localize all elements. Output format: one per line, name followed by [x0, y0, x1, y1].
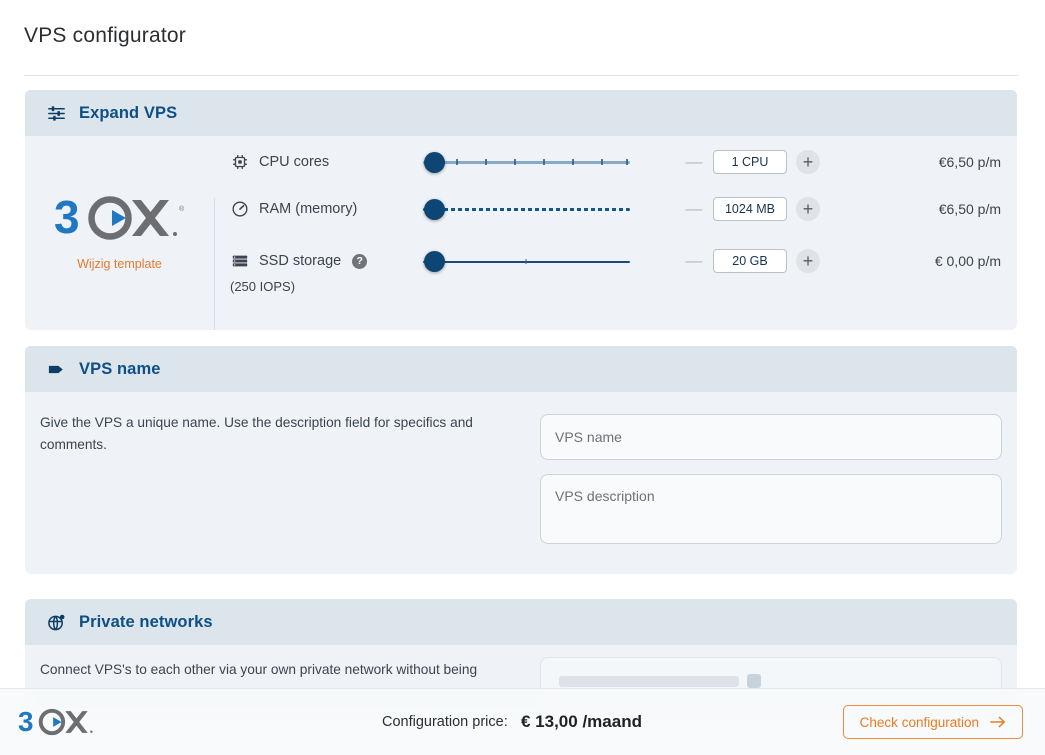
- stepper-ssd: — 20 GB +: [684, 235, 820, 287]
- svg-text:3: 3: [54, 195, 80, 241]
- configuration-price-label: Configuration price:: [382, 714, 508, 730]
- 3cx-logo: 3 ®: [54, 195, 185, 241]
- ssd-value-input[interactable]: 20 GB: [713, 249, 787, 273]
- expand-rows: CPU cores — 1 CPU + €6,50 p/m RAM (memor…: [214, 136, 1017, 330]
- increase-cpu-button[interactable]: +: [796, 150, 820, 174]
- price-cpu: €6,50 p/m: [938, 154, 1001, 170]
- check-configuration-label: Check configuration: [859, 714, 979, 730]
- slider-thumb-ram[interactable]: [424, 199, 445, 220]
- row-label-ram: RAM (memory): [230, 183, 430, 235]
- vps-name-title: VPS name: [79, 359, 161, 378]
- title-divider: [24, 75, 1018, 76]
- row-label-text-cpu: CPU cores: [259, 154, 330, 170]
- storage-icon: [230, 251, 250, 271]
- expand-vps-card: Expand VPS 3 ® Wijzig template CPU cores…: [25, 90, 1017, 330]
- vps-name-card: VPS name Give the VPS a unique name. Use…: [25, 346, 1017, 574]
- private-networks-header: Private networks: [25, 599, 1017, 645]
- 3cx-logo-footer: 3: [18, 708, 93, 736]
- row-label-text-ram: RAM (memory): [259, 201, 358, 217]
- stepper-ram: — 1024 MB +: [684, 183, 820, 235]
- increase-ssd-button[interactable]: +: [796, 249, 820, 273]
- decrease-cpu-button[interactable]: —: [684, 152, 704, 172]
- check-configuration-button[interactable]: Check configuration: [842, 705, 1023, 739]
- vps-name-header: VPS name: [25, 346, 1017, 392]
- ssd-iops-note: (250 IOPS): [230, 279, 296, 294]
- vps-name-help-text: Give the VPS a unique name. Use the desc…: [40, 415, 473, 452]
- vps-name-body: Give the VPS a unique name. Use the desc…: [25, 392, 1017, 574]
- slider-track-cpu: [423, 161, 630, 164]
- ssd-help-icon[interactable]: ?: [352, 253, 368, 269]
- expand-vps-title: Expand VPS: [79, 103, 178, 122]
- cpu-chip-icon: [230, 152, 250, 172]
- gauge-icon: [230, 199, 250, 219]
- globe-network-icon: [45, 611, 67, 633]
- slider-cpu-cores[interactable]: [419, 136, 634, 188]
- vps-configurator-page: VPS configurator Expand VPS 3 ® Wijzig t…: [0, 0, 1045, 755]
- cpu-value-input[interactable]: 1 CPU: [713, 150, 787, 174]
- slider-track-ram: [423, 208, 630, 211]
- increase-ram-button[interactable]: +: [796, 197, 820, 221]
- private-networks-title: Private networks: [79, 612, 213, 631]
- row-ssd-storage: SSD storage ? (250 IOPS) — 20 GB + € 0,0…: [214, 235, 1017, 294]
- row-label-text-ssd: SSD storage: [259, 253, 342, 269]
- vps-description-input[interactable]: VPS description: [540, 474, 1002, 544]
- placeholder-bar: [559, 676, 739, 687]
- decrease-ram-button[interactable]: —: [684, 199, 704, 219]
- configuration-price-value: € 13,00 /maand: [521, 712, 642, 731]
- tag-icon: [45, 358, 67, 380]
- stepper-cpu: — 1 CPU +: [684, 136, 820, 188]
- arrow-right-icon: [990, 715, 1006, 729]
- slider-thumb-cpu[interactable]: [424, 152, 445, 173]
- slider-ssd-storage[interactable]: [419, 235, 634, 287]
- expand-vps-header: Expand VPS: [25, 90, 1017, 136]
- row-cpu-cores: CPU cores — 1 CPU + €6,50 p/m: [214, 136, 1017, 188]
- decrease-ssd-button[interactable]: —: [684, 251, 704, 271]
- row-label-cpu: CPU cores: [230, 136, 430, 188]
- private-networks-text: Connect VPS's to each other via your own…: [40, 662, 478, 677]
- row-ram-memory: RAM (memory) — 1024 MB + €6,50 p/m: [214, 183, 1017, 235]
- page-title: VPS configurator: [24, 24, 186, 47]
- slider-thumb-ssd[interactable]: [424, 251, 445, 272]
- svg-text:®: ®: [179, 205, 185, 213]
- expand-vps-body: 3 ® Wijzig template CPU cores — 1 CPU + …: [25, 136, 1017, 330]
- placeholder-square: [747, 674, 761, 688]
- change-template-link[interactable]: Wijzig template: [77, 257, 162, 271]
- price-ram: €6,50 p/m: [938, 201, 1001, 217]
- slider-ram-memory[interactable]: [419, 183, 634, 235]
- ram-value-input[interactable]: 1024 MB: [713, 197, 787, 221]
- price-ssd: € 0,00 p/m: [934, 253, 1001, 269]
- svg-text:3: 3: [18, 708, 34, 736]
- sliders-icon: [45, 102, 67, 124]
- vps-name-input[interactable]: VPS name: [540, 414, 1002, 460]
- template-column: 3 ® Wijzig template: [25, 136, 214, 330]
- bottom-summary-bar: 3 Configuration price: € 13,00 /maand Ch…: [0, 688, 1045, 755]
